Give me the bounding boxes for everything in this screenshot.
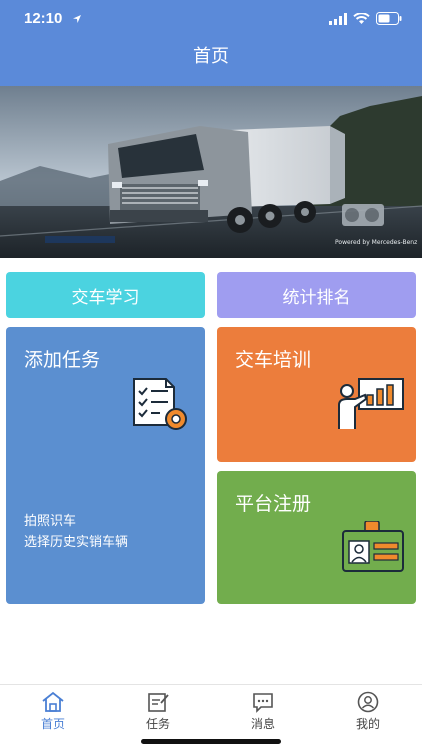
wifi-icon (353, 12, 370, 24)
delivery-training-card[interactable]: 交车培训 (217, 327, 416, 462)
tab-home-label: 首页 (40, 717, 65, 731)
status-icons (329, 12, 402, 25)
message-icon (253, 693, 273, 713)
tab-messages-label: 消息 (250, 717, 275, 731)
status-time: 12:10 (24, 10, 63, 27)
id-card-icon (342, 521, 404, 572)
tab-messages[interactable]: 消息 (223, 691, 303, 732)
tab-tasks[interactable]: 任务 (118, 691, 198, 732)
location-arrow-icon (73, 15, 81, 23)
tab-profile[interactable]: 我的 (328, 691, 408, 732)
tab-profile-label: 我的 (355, 717, 380, 731)
delivery-learning-button[interactable]: 交车学习 (6, 272, 205, 318)
home-icon (42, 691, 64, 712)
banner-brand-text: Powered by Mercedes-Benz (335, 239, 417, 246)
page-title: 首页 (193, 46, 229, 67)
platform-register-card[interactable]: 平台注册 (217, 471, 416, 604)
truck-banner-image: Powered by Mercedes-Benz (0, 86, 422, 258)
signal-icon (329, 12, 347, 25)
add-task-title: 添加任务 (24, 349, 101, 371)
task-edit-icon (148, 693, 169, 712)
checklist-gear-icon (133, 378, 187, 430)
header-bar: 12:10 首页 (0, 0, 422, 86)
presenter-board-icon (338, 378, 404, 429)
add-task-card[interactable]: 添加任务 拍照识车 选择历史实销车辆 (6, 327, 205, 604)
tab-home[interactable]: 首页 (13, 691, 93, 732)
user-icon (357, 691, 379, 713)
tab-tasks-label: 任务 (145, 717, 170, 731)
banner-carousel[interactable]: Powered by Mercedes-Benz (0, 86, 422, 258)
home-indicator (141, 739, 281, 744)
platform-register-title: 平台注册 (235, 493, 312, 515)
add-task-photo-line: 拍照识车 (24, 514, 77, 529)
battery-icon (376, 12, 402, 25)
statistics-ranking-button[interactable]: 统计排名 (217, 272, 416, 318)
add-task-history-line: 选择历史实销车辆 (24, 535, 129, 550)
delivery-training-title: 交车培训 (235, 349, 312, 371)
